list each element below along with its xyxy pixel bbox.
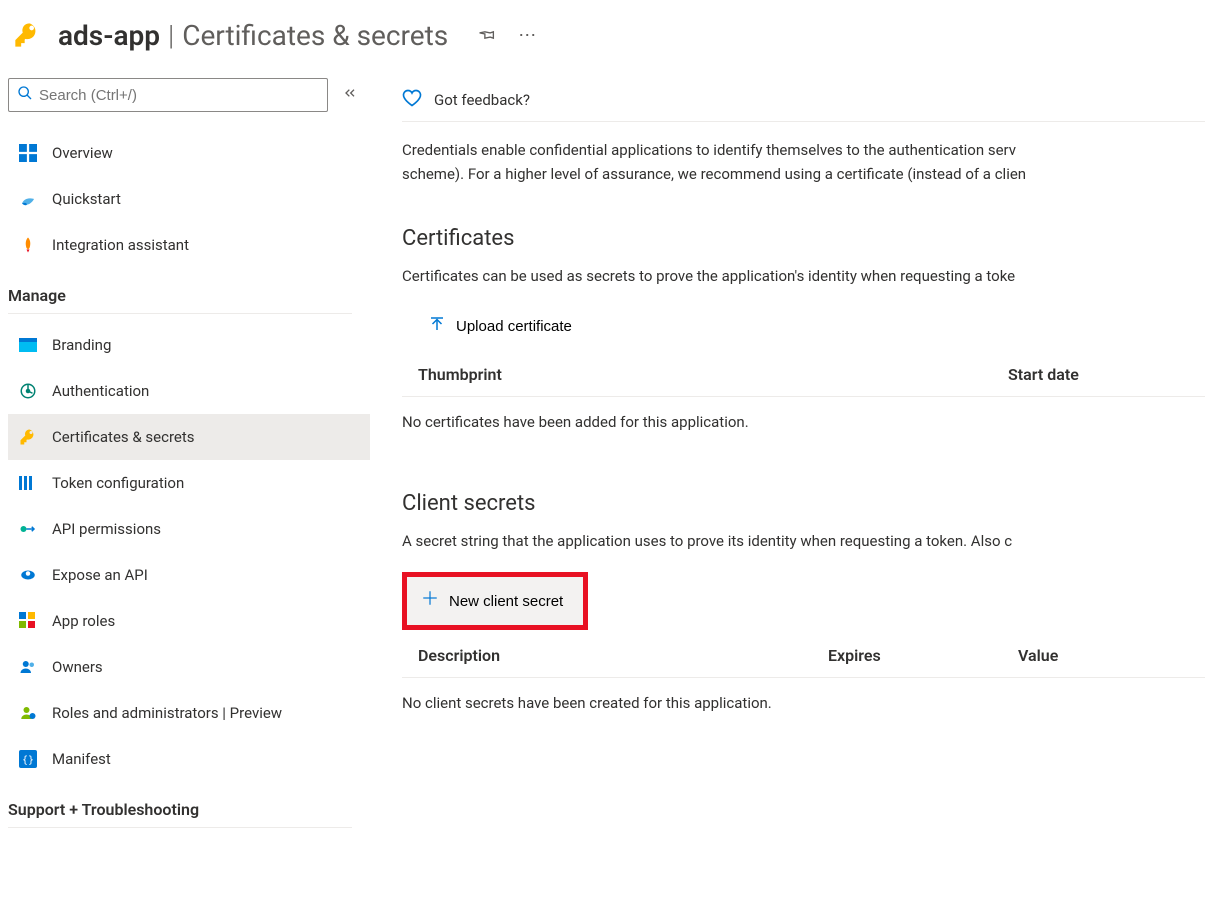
sidebar-item-label: Certificates & secrets	[52, 428, 195, 446]
expose-api-icon	[18, 565, 38, 585]
sidebar-section-manage: Manage	[8, 268, 352, 314]
sidebar-item-integration-assistant[interactable]: Integration assistant	[8, 222, 370, 268]
col-expires: Expires	[828, 646, 1018, 665]
key-icon	[10, 18, 44, 52]
sidebar-item-owners[interactable]: Owners	[8, 644, 370, 690]
col-value: Value	[1018, 646, 1178, 665]
new-client-secret-label: New client secret	[449, 593, 563, 610]
sidebar-item-manifest[interactable]: {} Manifest	[8, 736, 370, 782]
col-start-date: Start date	[1008, 365, 1188, 384]
roles-icon	[18, 703, 38, 723]
pin-icon[interactable]	[478, 26, 496, 44]
new-client-secret-button[interactable]: New client secret	[407, 579, 577, 623]
sidebar-item-api-permissions[interactable]: API permissions	[8, 506, 370, 552]
col-thumbprint: Thumbprint	[418, 365, 1008, 384]
sidebar-item-token-configuration[interactable]: Token configuration	[8, 460, 370, 506]
overview-icon	[18, 143, 38, 163]
sidebar-item-app-roles[interactable]: App roles	[8, 598, 370, 644]
plus-icon	[421, 589, 439, 613]
secrets-title: Client secrets	[402, 491, 1205, 516]
page-header: ads-app | Certificates & secrets ⋯	[0, 0, 1205, 78]
sidebar-item-authentication[interactable]: Authentication	[8, 368, 370, 414]
key-icon	[18, 427, 38, 447]
auth-icon	[18, 381, 38, 401]
heart-icon	[402, 88, 422, 112]
new-client-secret-highlight: New client secret	[402, 572, 588, 630]
col-description: Description	[418, 646, 828, 665]
sidebar-item-label: Overview	[52, 144, 113, 162]
sidebar-item-certificates-secrets[interactable]: Certificates & secrets	[8, 414, 370, 460]
more-icon[interactable]: ⋯	[518, 25, 538, 46]
sidebar-item-label: Token configuration	[52, 474, 184, 492]
sidebar-item-label: Integration assistant	[52, 236, 189, 254]
api-perm-icon	[18, 519, 38, 539]
token-icon	[18, 473, 38, 493]
certificates-table-header: Thumbprint Start date	[402, 365, 1205, 397]
intro-text: Credentials enable confidential applicat…	[402, 138, 1205, 186]
rocket-icon	[18, 235, 38, 255]
sidebar-item-roles-admins[interactable]: Roles and administrators | Preview	[8, 690, 370, 736]
search-input-wrapper[interactable]	[8, 78, 328, 112]
sidebar-item-label: Manifest	[52, 750, 111, 768]
sidebar-item-label: Roles and administrators | Preview	[52, 704, 282, 722]
certificates-desc: Certificates can be used as secrets to p…	[402, 267, 1205, 285]
manifest-icon: {}	[18, 749, 38, 769]
sidebar-item-label: Expose an API	[52, 566, 148, 584]
sidebar-item-label: Branding	[52, 336, 111, 354]
sidebar-item-label: Quickstart	[52, 190, 121, 208]
collapse-sidebar-button[interactable]	[342, 85, 358, 105]
sidebar-item-label: App roles	[52, 612, 115, 630]
branding-icon	[18, 335, 38, 355]
sidebar-item-label: Owners	[52, 658, 103, 676]
certificates-empty: No certificates have been added for this…	[402, 413, 1205, 431]
search-icon	[17, 85, 33, 105]
secrets-table-header: Description Expires Value	[402, 646, 1205, 678]
sidebar-item-label: Authentication	[52, 382, 149, 400]
secrets-empty: No client secrets have been created for …	[402, 694, 1205, 712]
search-input[interactable]	[39, 87, 319, 104]
feedback-button[interactable]: Got feedback?	[402, 78, 1205, 122]
sidebar-item-label: API permissions	[52, 520, 161, 538]
secrets-desc: A secret string that the application use…	[402, 532, 1205, 550]
sidebar-section-support: Support + Troubleshooting	[8, 782, 352, 828]
main-content: Got feedback? Credentials enable confide…	[370, 78, 1205, 836]
quickstart-icon	[18, 189, 38, 209]
feedback-label: Got feedback?	[434, 91, 530, 109]
sidebar-item-branding[interactable]: Branding	[8, 322, 370, 368]
upload-certificate-label: Upload certificate	[456, 318, 572, 335]
page-title: Certificates & secrets	[182, 19, 448, 52]
app-roles-icon	[18, 611, 38, 631]
upload-icon	[428, 315, 446, 337]
owners-icon	[18, 657, 38, 677]
app-name: ads-app	[58, 19, 160, 52]
sidebar: Overview Quickstart Integration assistan…	[0, 78, 370, 836]
sidebar-item-quickstart[interactable]: Quickstart	[8, 176, 370, 222]
sidebar-item-expose-api[interactable]: Expose an API	[8, 552, 370, 598]
svg-text:{}: {}	[22, 755, 34, 766]
certificates-title: Certificates	[402, 226, 1205, 251]
upload-certificate-button[interactable]: Upload certificate	[414, 307, 586, 345]
sidebar-item-overview[interactable]: Overview	[8, 130, 370, 176]
title-separator: |	[160, 19, 182, 52]
